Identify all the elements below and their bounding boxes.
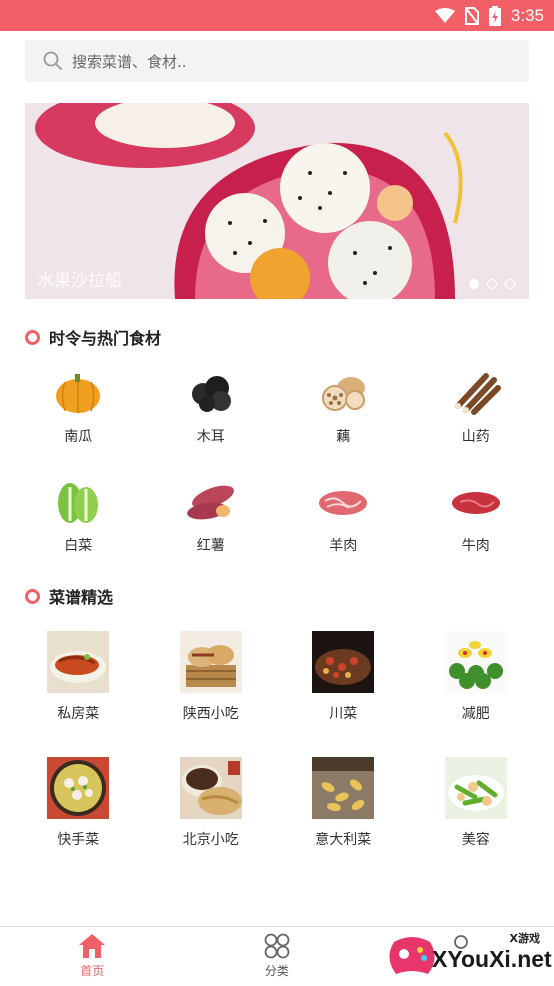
recipe-item-weight-loss[interactable]: 减肥: [410, 631, 543, 757]
ingredients-section-title: 时令与热门食材: [49, 329, 162, 348]
recipe-label: 川菜: [329, 706, 358, 722]
ingredient-item-yam[interactable]: 山药: [410, 358, 543, 467]
recipe-image: [312, 631, 375, 693]
ingredient-label: 白菜: [64, 538, 93, 554]
recipe-image: [179, 631, 242, 693]
ingredient-item-lotus-root[interactable]: 藕: [277, 358, 410, 467]
sweet-potato-icon: [186, 485, 234, 520]
pumpkin-icon: [56, 374, 101, 413]
watermark-small-text: X游戏: [509, 932, 540, 945]
recipe-item-italian[interactable]: 意大利菜: [277, 757, 410, 883]
recipe-item-quick-dishes[interactable]: 快手菜: [12, 757, 145, 883]
banner-carousel[interactable]: 水果沙拉船: [25, 103, 529, 299]
recipe-image: [312, 757, 375, 819]
no-sim-icon: [464, 6, 479, 25]
recipe-label: 私房菜: [57, 706, 100, 722]
status-icons: 3:35: [434, 0, 544, 31]
watermark-logo: X游戏 XYouXi.net: [384, 928, 552, 984]
ingredient-item-lamb[interactable]: 羊肉: [277, 467, 410, 576]
recipe-label: 陕西小吃: [182, 706, 239, 722]
nav-label-home: 首页: [80, 964, 105, 978]
search-input[interactable]: 搜索菜谱、食材..: [25, 40, 529, 82]
ingredient-item-pumpkin[interactable]: 南瓜: [12, 358, 145, 467]
banner-indicator: [469, 279, 515, 289]
ingredient-item-wood-ear[interactable]: 木耳: [145, 358, 278, 467]
ingredient-label: 南瓜: [64, 429, 93, 445]
recipe-image: [444, 757, 507, 819]
recipes-section-header: 菜谱精选: [25, 584, 113, 608]
ingredient-label: 羊肉: [329, 538, 358, 554]
recipe-label: 北京小吃: [182, 832, 239, 848]
banner-caption: 水果沙拉船: [37, 271, 122, 291]
recipe-item-beauty[interactable]: 美容: [410, 757, 543, 883]
banner-dot-3[interactable]: [505, 279, 515, 289]
recipe-image: [444, 631, 507, 693]
recipe-label: 美容: [461, 832, 490, 848]
cabbage-icon: [58, 483, 99, 523]
status-time: 3:35: [510, 5, 544, 25]
ingredient-label: 红薯: [196, 538, 225, 554]
ingredient-label: 藕: [336, 429, 351, 445]
recipe-image: [179, 757, 242, 819]
ingredient-item-beef[interactable]: 牛肉: [410, 467, 543, 576]
recipe-item-beijing-snacks[interactable]: 北京小吃: [145, 757, 278, 883]
section-ring-icon: [25, 329, 40, 345]
search-icon: [43, 51, 63, 71]
nav-item-home[interactable]: 首页: [0, 927, 185, 986]
ingredient-label: 牛肉: [461, 538, 490, 554]
battery-icon: [488, 5, 501, 26]
nav-label-category: 分类: [264, 964, 289, 978]
lotus-root-icon: [322, 377, 366, 411]
ingredient-label: 山药: [461, 429, 490, 445]
beef-icon: [451, 492, 500, 514]
banner-dot-2[interactable]: [487, 279, 497, 289]
ingredients-section-header: 时令与热门食材: [25, 325, 161, 349]
lamb-icon: [319, 491, 368, 515]
recipe-image: [47, 631, 110, 693]
recipe-item-shaanxi-snacks[interactable]: 陕西小吃: [145, 631, 278, 757]
section-ring-icon: [25, 588, 40, 604]
category-icon: [264, 933, 290, 959]
ingredient-label: 木耳: [196, 429, 225, 445]
nav-item-category[interactable]: 分类: [185, 927, 370, 986]
ingredient-item-cabbage[interactable]: 白菜: [12, 467, 145, 576]
banner-dot-1[interactable]: [469, 279, 479, 289]
wifi-icon: [434, 7, 455, 23]
search-placeholder: 搜索菜谱、食材..: [72, 52, 187, 71]
recipe-label: 快手菜: [57, 832, 100, 848]
home-icon: [79, 934, 106, 958]
ingredients-grid: 南瓜 木耳 藕 山药 白菜 红薯 羊肉 牛肉: [12, 358, 542, 576]
watermark-text: XYouXi.net: [432, 946, 552, 972]
recipe-item-sichuan[interactable]: 川菜: [277, 631, 410, 757]
recipe-item-private-cuisine[interactable]: 私房菜: [12, 631, 145, 757]
recipes-section-title: 菜谱精选: [49, 588, 114, 607]
ingredient-item-sweet-potato[interactable]: 红薯: [145, 467, 278, 576]
wood-ear-icon: [191, 376, 231, 412]
status-bar: 3:35: [0, 0, 554, 31]
recipes-grid: 私房菜 陕西小吃 川菜 减肥 快手菜 北京小吃 意大利菜 美容: [12, 631, 542, 883]
recipe-image: [47, 757, 110, 819]
yam-icon: [454, 373, 501, 415]
recipe-label: 意大利菜: [315, 832, 372, 848]
recipe-label: 减肥: [461, 706, 490, 722]
